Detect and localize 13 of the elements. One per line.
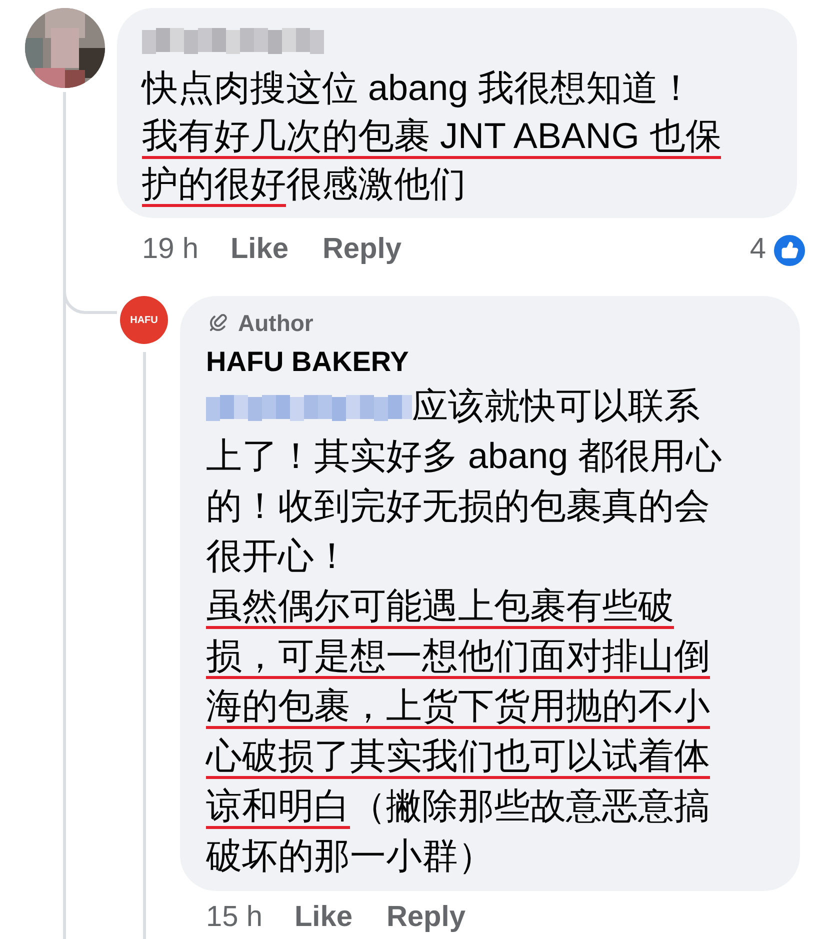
like-link[interactable]: Like xyxy=(294,896,352,939)
bakery-logo-avatar: HAFU xyxy=(120,296,168,344)
like-reaction-icon xyxy=(774,234,805,266)
comment-text: 快点肉搜这位 abang 我很想知道！ 我有好几次的包裹 JNT ABANG 也保 护的很好很感激他们 xyxy=(142,64,797,208)
timestamp: 19 h xyxy=(142,232,198,268)
reply-link[interactable]: Reply xyxy=(386,896,466,939)
reaction-count: 4 xyxy=(750,232,766,268)
comment-text: 应该就快可以联系 上了！其实好多 abang 都很用心 的！收到完好无损的包裹真的会 很开心！ 虽然偶尔可能遇上包裹有些破 损，可是想一想他们面对排山倒 海的包裹，上货下货用抛的不小 心破损了其实我们也可以试着体 谅和明白（撇除那些故意恶意搞 破坏的那一小群） xyxy=(206,384,724,878)
author-label: Author xyxy=(238,309,314,338)
reply-link[interactable]: Reply xyxy=(322,228,402,272)
timestamp: 15 h xyxy=(206,900,262,935)
author-name: HAFU BAKERY xyxy=(206,344,410,378)
like-link[interactable]: Like xyxy=(230,228,288,272)
